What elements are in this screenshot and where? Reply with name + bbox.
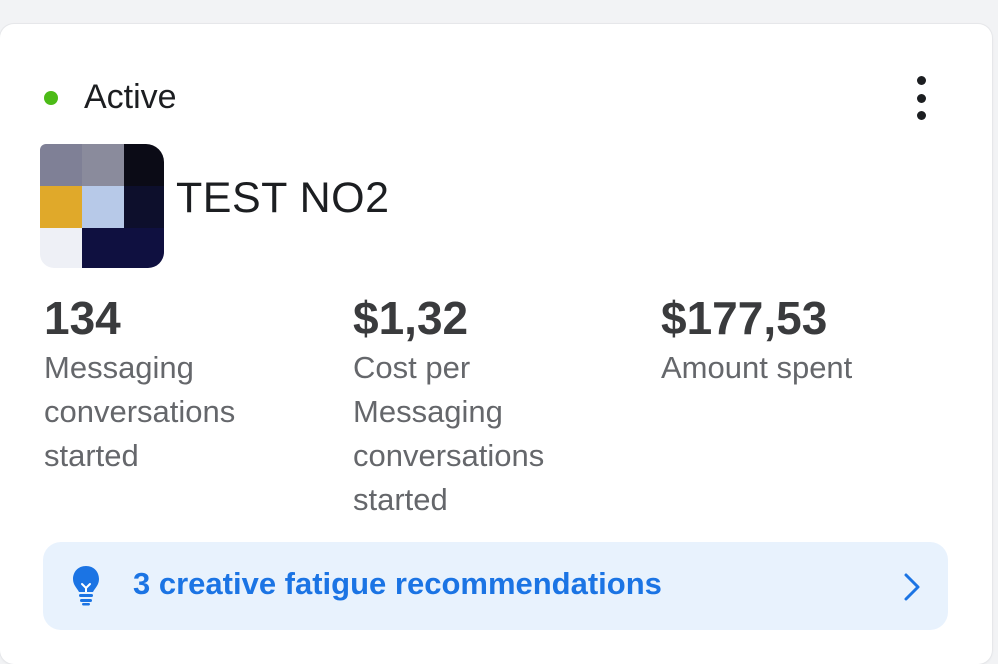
recommendations-text[interactable]: 3 creative fatigue recommendations — [133, 566, 662, 602]
metric-label: Amount spent — [661, 350, 853, 385]
status-row: Active — [44, 78, 177, 117]
metric-conversations: 134 Messaging conversations started — [44, 290, 304, 478]
ad-name[interactable]: TEST NO2 — [176, 174, 389, 223]
chevron-right-icon[interactable] — [901, 572, 923, 607]
recommendations-banner[interactable]: 3 creative fatigue recommendations — [43, 542, 948, 630]
metric-value: 134 — [44, 292, 121, 344]
status-label: Active — [84, 78, 177, 116]
ad-card[interactable]: Active TEST NO2 134 Messaging conversati… — [0, 24, 992, 664]
lightbulb-icon — [71, 564, 101, 611]
metric-cost-per-conversation: $1,32 Cost per Messaging conversations s… — [353, 290, 613, 522]
metric-value: $1,32 — [353, 292, 469, 344]
metric-label: Messaging conversations started — [44, 350, 236, 473]
metric-label: Cost per Messaging conversations started — [353, 350, 545, 517]
status-dot — [44, 90, 58, 105]
metric-value: $177,53 — [661, 292, 828, 344]
ad-thumbnail[interactable] — [40, 144, 164, 268]
metric-amount-spent: $177,53 Amount spent — [661, 290, 961, 390]
more-options-icon[interactable] — [906, 76, 936, 120]
